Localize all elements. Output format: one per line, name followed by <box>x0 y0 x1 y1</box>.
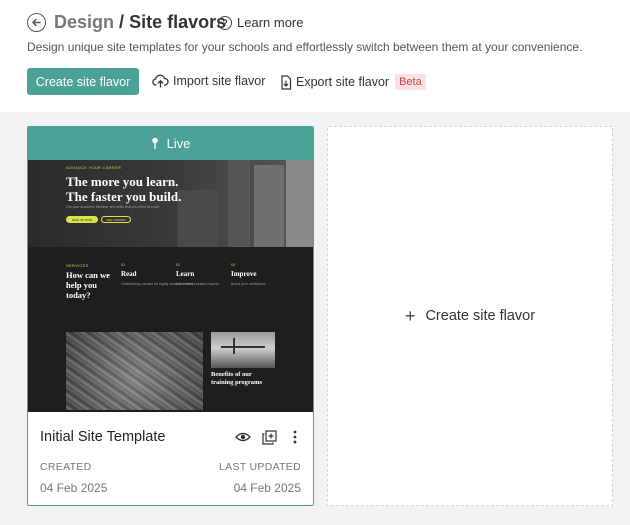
page-header: Design / Site flavors ? Learn more Desig… <box>0 0 630 112</box>
pin-icon <box>151 137 158 149</box>
preview-highway-photo <box>66 332 203 410</box>
more-options-button[interactable] <box>287 429 303 445</box>
page-title-text: Site flavors <box>129 12 227 32</box>
preview-hero-kicker: ADVANCE YOUR CAREER <box>66 165 122 170</box>
copy-add-icon <box>261 429 277 445</box>
create-site-flavor-card[interactable]: + Create site flavor <box>327 126 613 506</box>
live-status-bar: Live <box>28 127 313 160</box>
preview-col2-title: Learn <box>176 270 195 278</box>
last-updated-date: 04 Feb 2025 <box>233 481 301 495</box>
preview-col3-title: Improve <box>231 270 257 278</box>
preview-col2-number: 02 <box>176 263 180 267</box>
plus-icon: + <box>404 306 416 326</box>
site-flavor-card[interactable]: Live ADVANCE YOUR CAREER The more you le… <box>27 126 314 506</box>
created-date: 04 Feb 2025 <box>40 481 108 495</box>
flavors-grid: Live ADVANCE YOUR CAREER The more you le… <box>0 112 630 525</box>
preview-col3-text: Boost your confidence. <box>231 282 267 286</box>
create-site-flavor-card-label: Create site flavor <box>425 308 536 324</box>
preview-col2-text: Learn from industry experts. <box>176 282 220 286</box>
view-button[interactable] <box>235 429 251 445</box>
preview-hero-title-line2: The faster you build. <box>66 189 182 204</box>
kebab-menu-icon <box>293 430 297 444</box>
eye-icon <box>235 432 251 442</box>
breadcrumb-design[interactable]: Design <box>54 12 114 32</box>
export-label: Export site flavor <box>296 75 390 89</box>
create-site-flavor-button[interactable]: Create site flavor <box>27 68 139 95</box>
flavor-name: Initial Site Template <box>40 429 166 445</box>
back-button[interactable] <box>27 13 46 32</box>
live-label: Live <box>166 136 191 151</box>
preview-hero-title: The more you learn. The faster you build… <box>66 174 181 204</box>
arrow-left-icon <box>32 18 41 27</box>
import-label: Import site flavor <box>173 74 266 88</box>
breadcrumb-separator: / <box>119 12 125 32</box>
last-updated-label: LAST UPDATED <box>219 461 301 473</box>
card-info-panel: Initial Site Template CREATED 04 Feb 202… <box>28 412 313 505</box>
preview-bridge-photo <box>211 332 275 368</box>
preview-hero-secondary-button: SEE OFFERS <box>101 216 131 223</box>
preview-benefits-title: Benefits of our training programs <box>211 371 262 386</box>
preview-col1-title: Read <box>121 270 137 278</box>
created-label: CREATED <box>40 461 92 473</box>
file-export-icon <box>281 74 292 90</box>
cloud-upload-icon <box>152 74 169 88</box>
learn-more-label: Learn more <box>237 15 304 30</box>
preview-hero-primary-button: SIGN UP NOW <box>66 216 98 223</box>
page-title: Design / Site flavors <box>54 12 226 33</box>
preview-hero-subtext: Get your Academy Member and skills that … <box>66 205 161 209</box>
template-preview-image[interactable]: ADVANCE YOUR CAREER The more you learn. … <box>28 160 313 412</box>
learn-more-link[interactable]: ? Learn more <box>218 15 303 30</box>
preview-hero-title-line1: The more you learn. <box>66 174 179 189</box>
import-site-flavor-button[interactable]: Import site flavor <box>152 74 265 88</box>
preview-col3-number: 03 <box>231 263 235 267</box>
preview-col1-number: 01 <box>121 263 125 267</box>
preview-section-title: How can we help you today? <box>66 270 110 300</box>
question-circle-icon: ? <box>218 15 232 30</box>
page-subtitle: Design unique site templates for your sc… <box>27 40 583 54</box>
card-actions <box>235 429 303 445</box>
beta-badge: Beta <box>395 74 426 90</box>
export-site-flavor-button[interactable]: Export site flavor Beta <box>280 74 426 90</box>
preview-section-kicker: SERVICES <box>66 263 89 268</box>
duplicate-button[interactable] <box>261 429 277 445</box>
